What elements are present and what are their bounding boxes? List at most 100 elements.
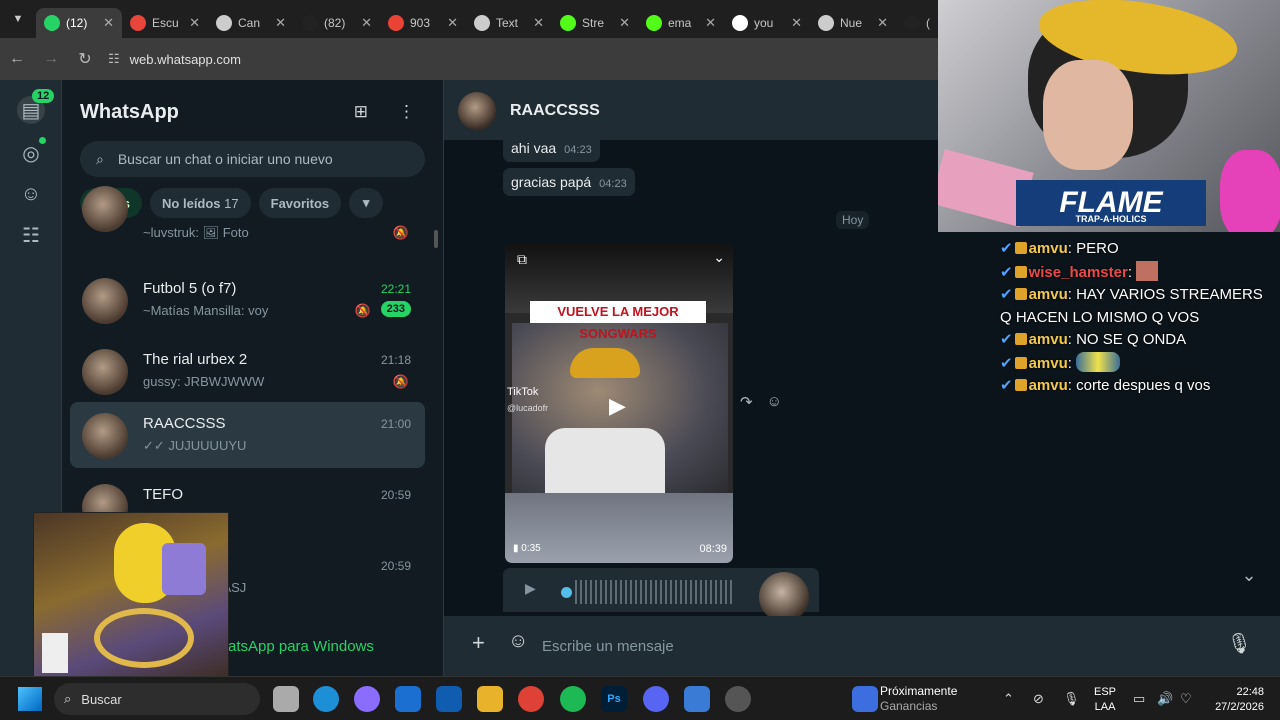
taskbar-search[interactable]: ⌕ Buscar <box>54 683 260 715</box>
chevron-down-icon[interactable]: ⌄ <box>713 249 725 266</box>
chrome-icon[interactable] <box>518 686 544 712</box>
security-icon[interactable]: ♡ <box>1180 691 1192 707</box>
close-tab-icon[interactable]: ✕ <box>877 15 888 31</box>
communities-icon[interactable]: ☷ <box>17 221 45 249</box>
picture-in-picture-icon[interactable]: ⧉ <box>517 251 527 268</box>
video-duration-text: 0:35 <box>521 543 541 554</box>
browser-tab[interactable]: (12) ✕ <box>36 8 122 38</box>
chat-avatar <box>82 278 128 324</box>
spotify-icon[interactable] <box>560 686 586 712</box>
file-explorer-icon[interactable] <box>477 686 503 712</box>
language-indicator[interactable]: ESP LAA <box>1094 685 1116 715</box>
back-icon[interactable]: ← <box>0 50 34 68</box>
video-message[interactable]: VUELVE LA MEJOR SONGWARS TikTok @lucadof… <box>505 243 733 563</box>
play-audio-icon[interactable]: ▶ <box>525 580 536 597</box>
audio-progress-knob[interactable] <box>561 587 572 598</box>
task-view-icon[interactable] <box>273 686 299 712</box>
tray-chevron-up-icon[interactable]: ⌃ <box>1003 691 1014 707</box>
tab-title: Can <box>238 16 261 30</box>
forward-icon[interactable]: ↷ <box>740 393 753 411</box>
chat-name: TEFO <box>143 486 183 503</box>
browser-tab[interactable]: Nue ✕ <box>810 8 896 38</box>
browser-tab[interactable]: ema ✕ <box>638 8 724 38</box>
download-whatsapp-link[interactable]: atsApp para Windows <box>228 638 374 655</box>
network-icon[interactable]: ⊘ <box>1033 691 1044 707</box>
contact-avatar[interactable] <box>458 92 496 130</box>
browser-tab[interactable]: you ✕ <box>724 8 810 38</box>
photoshop-icon[interactable]: Ps <box>601 686 627 712</box>
close-tab-icon[interactable]: ✕ <box>361 15 372 31</box>
tab-favicon-icon <box>560 15 576 31</box>
close-tab-icon[interactable]: ✕ <box>619 15 630 31</box>
volume-icon[interactable]: 🔊 <box>1157 691 1173 707</box>
browser-tab[interactable]: Can ✕ <box>208 8 294 38</box>
menu-icon[interactable]: ⋮ <box>398 102 415 122</box>
close-tab-icon[interactable]: ✕ <box>705 15 716 31</box>
video-banner-text: VUELVE LA MEJOR SONGWARS <box>530 301 706 341</box>
chat-list-item[interactable]: RAACCSSS ✓✓ JUJUUUUYU 21:00 <box>70 402 425 468</box>
discord-icon[interactable] <box>643 686 669 712</box>
sticker-icon[interactable]: ☺ <box>508 630 528 653</box>
chat-list-scrollbar[interactable] <box>434 230 438 248</box>
chat-badge-icon <box>1014 288 1027 300</box>
close-tab-icon[interactable]: ✕ <box>447 15 458 31</box>
browser-tab[interactable]: (82) ✕ <box>294 8 380 38</box>
browser-tab[interactable]: Escu ✕ <box>122 8 208 38</box>
message-text: ahi vaa <box>511 140 557 156</box>
widget-notification[interactable]: Próximamente Ganancias <box>880 684 1010 714</box>
browser-tab[interactable]: 903 ✕ <box>380 8 466 38</box>
reload-icon[interactable]: ↻ <box>68 49 102 69</box>
url-field[interactable]: ☷ web.whatsapp.com <box>108 51 241 67</box>
chat-list-item[interactable]: Futbol 5 (o f7) ~Matías Mansilla: voy 22:2… <box>70 267 425 333</box>
message-input[interactable]: Escribe un mensaje <box>542 638 674 655</box>
close-tab-icon[interactable]: ✕ <box>275 15 286 31</box>
twitch-chat-line: ✔ wise_hamster: <box>1000 260 1272 285</box>
new-chat-icon[interactable]: ⊞ <box>354 102 368 122</box>
attach-plus-icon[interactable]: + <box>472 630 485 656</box>
store-icon[interactable] <box>395 686 421 712</box>
video-time: 08:39 <box>699 543 727 555</box>
message-bubble: gracias papá 04:23 <box>503 168 635 196</box>
sender-avatar <box>759 572 809 622</box>
channels-icon[interactable]: ☺ <box>17 180 45 208</box>
microphone-icon[interactable]: 🎙 <box>1227 631 1252 656</box>
message-text: gracias papá <box>511 174 592 190</box>
tab-search-menu-icon[interactable]: ▼ <box>0 0 36 38</box>
audio-waveform[interactable] <box>575 580 735 604</box>
app-icon[interactable] <box>684 686 710 712</box>
site-info-icon[interactable]: ☷ <box>108 51 120 67</box>
browser-tab[interactable]: Stre ✕ <box>552 8 638 38</box>
tab-title: Nue <box>840 16 863 30</box>
chat-text: : PERO <box>1067 240 1119 257</box>
scroll-down-chevron-icon[interactable]: ⌄ <box>1234 565 1264 595</box>
play-icon[interactable]: ▶ <box>609 393 626 419</box>
forward-icon[interactable]: → <box>34 50 68 68</box>
close-tab-icon[interactable]: ✕ <box>189 15 200 31</box>
outlook-icon[interactable] <box>436 686 462 712</box>
twitch-chat-line: ✔ amvu: NO SE Q ONDA <box>1000 329 1272 352</box>
copilot-icon[interactable] <box>354 686 380 712</box>
close-tab-icon[interactable]: ✕ <box>791 15 802 31</box>
close-tab-icon[interactable]: ✕ <box>533 15 544 31</box>
widgets-icon[interactable] <box>852 686 878 712</box>
taskbar-search-label: Buscar <box>81 691 122 707</box>
browser-tab[interactable]: Text ✕ <box>466 8 552 38</box>
edge-icon[interactable] <box>313 686 339 712</box>
chat-emote <box>1136 260 1159 281</box>
close-tab-icon[interactable]: ✕ <box>103 15 114 31</box>
chat-list-item[interactable]: ~luvstruk: 🖼 Foto 🔕 <box>70 186 425 244</box>
microphone-icon[interactable]: 🎙 <box>1063 691 1080 707</box>
voice-message[interactable]: ▶ <box>503 568 819 622</box>
verified-check-icon: ✔ <box>1000 377 1013 394</box>
obs-icon[interactable] <box>725 686 751 712</box>
tab-title: Escu <box>152 16 179 30</box>
chat-list-item[interactable]: The rial urbex 2 gussy: JRBWJWWW 21:18 🔕 <box>70 338 425 404</box>
display-icon[interactable]: ▭ <box>1133 691 1145 707</box>
video-duration: ▮ 0:35 <box>513 543 541 554</box>
search-input[interactable]: ⌕ Buscar un chat o iniciar uno nuevo <box>80 141 425 177</box>
chat-name: RAACCSSS <box>143 415 226 432</box>
react-icon[interactable]: ☺ <box>767 393 782 411</box>
start-windows-icon[interactable] <box>18 687 42 711</box>
clock[interactable]: 22:48 27/2/2026 <box>1206 685 1264 715</box>
lang-secondary: LAA <box>1094 701 1116 713</box>
